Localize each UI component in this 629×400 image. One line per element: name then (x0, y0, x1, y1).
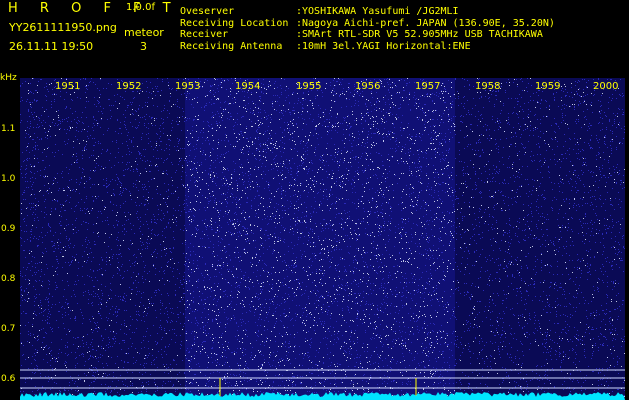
info-label: Receiving Location (180, 17, 289, 29)
x-tick-label: 1956 (355, 81, 381, 92)
info-value: :SMArt RTL-SDR V5 52.905MHz USB TACHIKAW… (296, 29, 543, 40)
info-label: Oveserver (180, 6, 235, 17)
timestamp: 26.11.11 19:50 (9, 40, 94, 53)
spectrogram-canvas (20, 78, 625, 400)
x-tick-label: 1952 (116, 81, 142, 92)
y-tick-label: 1.1 (1, 124, 16, 134)
x-tick-label: 2000 (593, 81, 619, 92)
info-value: :YOSHIKAWA Yasufumi /JG2MLI (296, 6, 459, 17)
y-axis: 1.1 1.0 0.9 0.8 0.7 0.6 (0, 72, 20, 400)
y-tick-label: 1.0 (1, 174, 16, 184)
info-value: :Nagoya Aichi-pref. JAPAN (136.90E, 35.2… (296, 17, 555, 29)
x-tick-label: 1957 (415, 81, 441, 92)
y-tick-label: 0.8 (1, 274, 16, 284)
info-row-receiver: Receiver :SMArt RTL-SDR V5 52.905MHz USB … (180, 29, 555, 41)
x-tick-label: 1959 (535, 81, 561, 92)
y-tick-label: 0.6 (1, 374, 16, 384)
y-tick-label: 0.9 (1, 224, 16, 234)
spectrogram-plot[interactable] (20, 78, 625, 400)
station-info: Oveserver :YOSHIKAWA Yasufumi /JG2MLI Rec… (180, 6, 555, 52)
x-tick-label: 1953 (175, 81, 201, 92)
noise-band (185, 78, 455, 400)
mode-label: meteor (124, 26, 164, 39)
app-version: 1.0.0f (126, 2, 155, 13)
x-tick-label: 1951 (55, 81, 81, 92)
info-label: Receiving Antenna (180, 40, 283, 52)
info-row-antenna: Receiving Antenna :10mH 3el.YAGI Horizont… (180, 41, 555, 53)
file-name: YY2611111950.png (9, 21, 117, 34)
info-row-location: Receiving Location :Nagoya Aichi-pref. JA… (180, 18, 555, 30)
x-tick-label: 1958 (475, 81, 501, 92)
info-label: Receiver (180, 29, 229, 40)
x-tick-label: 1955 (296, 81, 322, 92)
x-tick-label: 1954 (235, 81, 261, 92)
meteor-count: 3 (140, 40, 147, 53)
header-panel: H R O F F T 1.0.0f YY2611111950.png mete… (0, 0, 629, 72)
y-tick-label: 0.7 (1, 324, 16, 334)
info-row-observer: Oveserver :YOSHIKAWA Yasufumi /JG2MLI (180, 6, 555, 18)
info-value: :10mH 3el.YAGI Horizontal:ENE (296, 40, 471, 52)
